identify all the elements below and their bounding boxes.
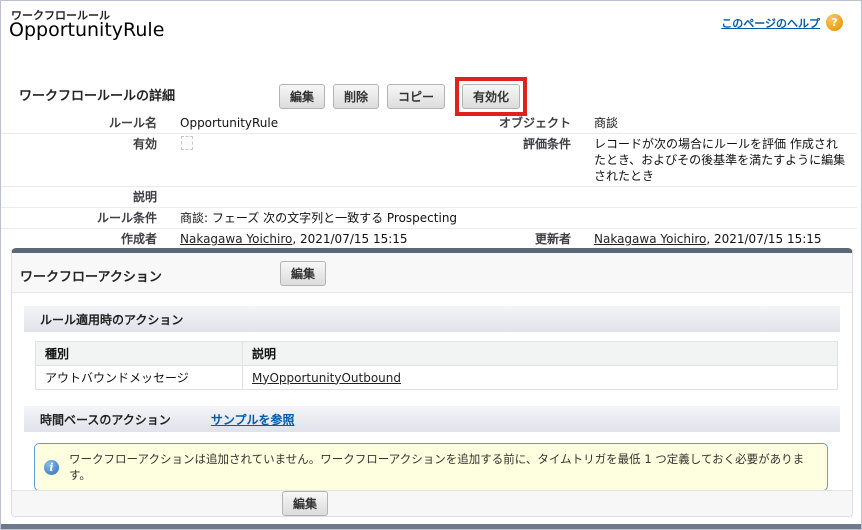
- active-label: 有効: [1, 136, 168, 184]
- action-type-cell: アウトバウンドメッセージ: [36, 366, 243, 390]
- created-by-user-link[interactable]: Nakagawa Yoichiro: [180, 232, 292, 246]
- edit-button[interactable]: 編集: [279, 84, 325, 109]
- outbound-message-link[interactable]: MyOpportunityOutbound: [252, 371, 401, 385]
- workflow-actions-header: ワークフローアクション 編集: [12, 253, 852, 293]
- object-label: オブジェクト: [430, 115, 582, 131]
- action-description-cell: MyOpportunityOutbound: [243, 366, 838, 390]
- object-value: 商談: [582, 115, 857, 131]
- detail-row: 説明: [1, 187, 857, 208]
- rule-criteria-value: 商談: フェーズ 次の文字列と一致する Prospecting: [168, 210, 857, 226]
- page-help-link[interactable]: このページのヘルプ: [721, 15, 820, 31]
- workflow-rule-detail-page: ワークフロールール OpportunityRule このページのヘルプ ? ワー…: [0, 0, 862, 530]
- detail-row: ルール条件 商談: フェーズ 次の文字列と一致する Prospecting: [1, 208, 857, 229]
- description-value: [168, 189, 430, 205]
- created-date: , 2021/07/15 15:15: [292, 232, 407, 246]
- rule-name-value: OpportunityRule: [168, 115, 430, 131]
- type-column-header: 種別: [36, 342, 243, 366]
- info-message-text: ワークフローアクションは追加されていません。ワークフローアクションを追加する前に…: [69, 451, 818, 483]
- time-actions-subheader: 時間ベースのアクション サンプルを参照: [24, 406, 840, 432]
- page-title: OpportunityRule: [9, 19, 164, 41]
- description-column-header: 説明: [243, 342, 838, 366]
- detail-button-row: 編集 削除 コピー 有効化: [279, 75, 527, 117]
- activate-button[interactable]: 有効化: [462, 84, 520, 109]
- detail-row: ルール名 OpportunityRule オブジェクト 商談: [1, 113, 857, 134]
- modified-date: , 2021/07/15 15:15: [706, 232, 821, 246]
- workflow-actions-section: ワークフローアクション 編集 ルール適用時のアクション 種別 説明 アウトバウン…: [11, 248, 853, 517]
- modified-by-user-link[interactable]: Nakagawa Yoichiro: [594, 232, 706, 246]
- detail-row: 有効 評価条件 レコードが次の場合にルールを評価 作成されたとき、およびその後基…: [1, 134, 857, 187]
- bottom-edit-button[interactable]: 編集: [282, 491, 328, 516]
- evaluation-criteria-value: レコードが次の場合にルールを評価 作成されたとき、およびその後基準を満たすように…: [582, 136, 857, 184]
- detail-section-title: ワークフロールールの詳細: [19, 85, 175, 104]
- workflow-actions-footer: 編集: [12, 490, 852, 516]
- created-by-label: 作成者: [1, 231, 168, 247]
- detail-row: 作成者 Nakagawa Yoichiro, 2021/07/15 15:15 …: [1, 229, 857, 249]
- detail-field-grid: ルール名 OpportunityRule オブジェクト 商談 有効 評価条件 レ…: [1, 113, 857, 249]
- rule-actions-table: 種別 説明 アウトバウンドメッセージ MyOpportunityOutbound: [35, 341, 838, 390]
- rule-name-label: ルール名: [1, 115, 168, 131]
- help-area: このページのヘルプ ?: [721, 14, 843, 31]
- created-by-value: Nakagawa Yoichiro, 2021/07/15 15:15: [168, 231, 430, 247]
- workflow-actions-body: ルール適用時のアクション 種別 説明 アウトバウンドメッセージ MyOpport…: [12, 306, 852, 491]
- help-question-icon[interactable]: ?: [826, 14, 843, 31]
- time-actions-title: 時間ベースのアクション: [40, 411, 171, 428]
- evaluation-criteria-label: 評価条件: [430, 136, 582, 184]
- active-checkbox[interactable]: [181, 136, 193, 150]
- rule-criteria-label: ルール条件: [1, 210, 168, 226]
- page-bottom-border: [1, 524, 861, 529]
- delete-button[interactable]: 削除: [333, 84, 379, 109]
- modified-by-label: 更新者: [430, 231, 582, 247]
- table-row: アウトバウンドメッセージ MyOpportunityOutbound: [36, 366, 838, 390]
- info-message-box: i ワークフローアクションは追加されていません。ワークフローアクションを追加する…: [34, 443, 828, 491]
- workflow-actions-edit-button[interactable]: 編集: [280, 261, 326, 286]
- info-icon: i: [44, 460, 59, 475]
- modified-by-value: Nakagawa Yoichiro, 2021/07/15 15:15: [582, 231, 857, 247]
- rule-actions-title: ルール適用時のアクション: [40, 311, 183, 328]
- table-header-row: 種別 説明: [36, 342, 838, 366]
- see-sample-link[interactable]: サンプルを参照: [211, 411, 295, 428]
- description-label: 説明: [1, 189, 168, 205]
- red-highlight-annotation: 有効化: [455, 77, 527, 116]
- clone-button[interactable]: コピー: [387, 84, 445, 109]
- rule-actions-subheader: ルール適用時のアクション: [24, 306, 840, 332]
- workflow-actions-title: ワークフローアクション: [20, 266, 162, 285]
